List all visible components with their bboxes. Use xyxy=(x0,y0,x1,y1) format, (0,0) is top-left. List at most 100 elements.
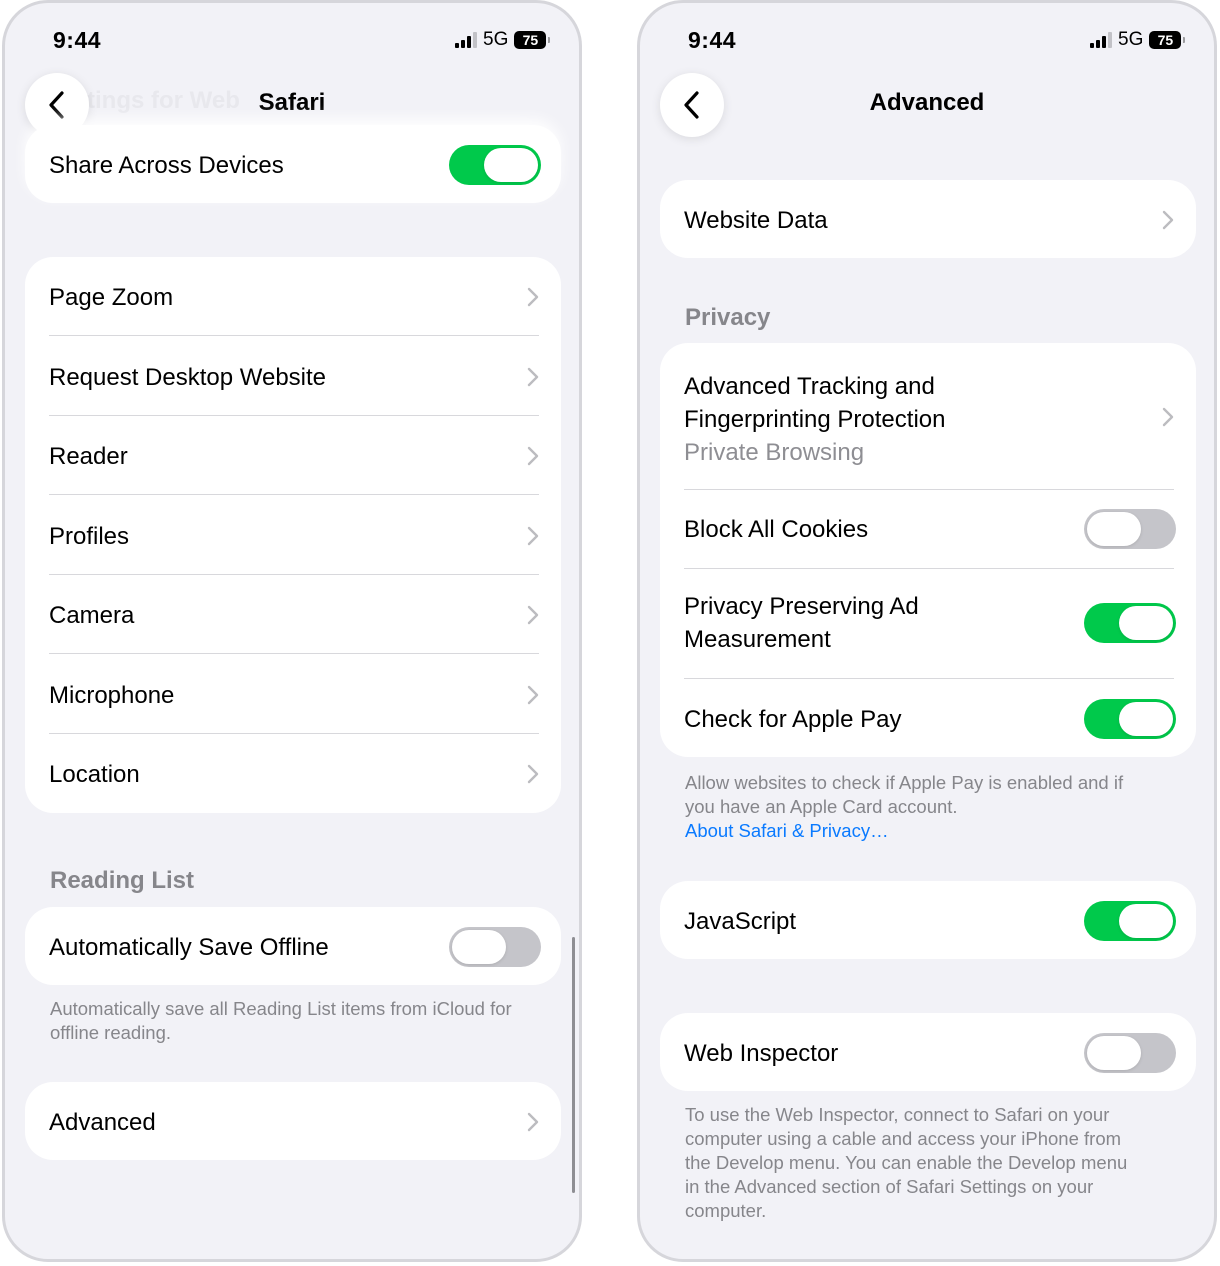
ad-measurement-label-line1: Privacy Preserving Ad xyxy=(684,593,919,620)
chevron-right-icon xyxy=(527,685,539,705)
next-section-card xyxy=(660,1259,1196,1262)
advanced-card: Advanced xyxy=(25,1082,561,1160)
check-apple-pay-toggle[interactable] xyxy=(1084,699,1176,739)
list-item-label: Request Desktop Website xyxy=(49,363,327,391)
nav-title: Advanced xyxy=(869,89,985,116)
network-type: 5G xyxy=(483,29,509,50)
tracking-protection-text: Advanced Tracking and Fingerprinting Pro… xyxy=(684,370,945,467)
auto-save-offline-label: Automatically Save Offline xyxy=(49,933,329,961)
toggle-knob xyxy=(484,148,538,182)
list-item-label: Microphone xyxy=(49,681,175,709)
ad-measurement-toggle[interactable] xyxy=(1084,603,1176,643)
list-item-label: Page Zoom xyxy=(49,283,174,311)
tracking-protection-label-line2: Fingerprinting Protection xyxy=(684,405,946,433)
chevron-right-icon xyxy=(527,367,539,387)
block-all-cookies-label: Block All Cookies xyxy=(684,515,869,543)
javascript-toggle[interactable] xyxy=(1084,901,1176,941)
chevron-right-icon xyxy=(527,1112,539,1132)
block-all-cookies-row: Block All Cookies xyxy=(684,509,1176,549)
divider xyxy=(684,489,1174,490)
list-item-profiles[interactable]: Profiles xyxy=(49,518,539,554)
web-inspector-footer-line: in the Advanced section of Safari Settin… xyxy=(685,1176,1094,1197)
block-all-cookies-toggle[interactable] xyxy=(1084,509,1176,549)
list-item-location[interactable]: Location xyxy=(49,756,539,792)
reading-list-card: Automatically Save Offline xyxy=(25,907,561,985)
divider xyxy=(49,494,539,495)
scrollbar[interactable] xyxy=(572,937,575,1193)
toggle-knob xyxy=(1119,606,1173,640)
list-item-label: Camera xyxy=(49,601,135,629)
chevron-right-icon xyxy=(527,446,539,466)
list-item-request-desktop-website[interactable]: Request Desktop Website xyxy=(49,359,539,395)
toggle-knob xyxy=(1119,702,1173,736)
list-item-microphone[interactable]: Microphone xyxy=(49,677,539,713)
cellular-signal-icon xyxy=(1090,32,1112,48)
phone-screen-advanced-settings: 9:44 5G 75 Advanced Website Data Privacy… xyxy=(637,0,1217,1262)
nav-title: Safari xyxy=(258,89,326,116)
toggle-knob xyxy=(452,930,506,964)
list-item-camera[interactable]: Camera xyxy=(49,597,539,633)
toggle-knob xyxy=(1119,904,1173,938)
advanced-label: Advanced xyxy=(49,1108,156,1136)
share-across-devices-toggle[interactable] xyxy=(449,145,541,185)
ad-measurement-row: Privacy Preserving Ad Measurement xyxy=(684,590,1176,656)
check-apple-pay-label: Check for Apple Pay xyxy=(684,705,902,733)
status-indicators: 5G 75 xyxy=(1090,29,1186,51)
share-across-devices-label: Share Across Devices xyxy=(49,151,284,179)
divider xyxy=(49,335,539,336)
chevron-right-icon xyxy=(1162,407,1174,427)
toggle-knob xyxy=(1087,1036,1141,1070)
back-button[interactable] xyxy=(660,73,724,137)
battery-icon: 75 xyxy=(514,31,551,49)
javascript-card: JavaScript xyxy=(660,881,1196,959)
web-inspector-footer: To use the Web Inspector, connect to Saf… xyxy=(685,1103,1185,1223)
website-settings-card: Page Zoom Request Desktop Website Reader… xyxy=(25,257,561,813)
privacy-footer-line2: you have an Apple Card account. xyxy=(685,796,958,817)
web-inspector-toggle[interactable] xyxy=(1084,1033,1176,1073)
chevron-right-icon xyxy=(527,764,539,784)
reading-list-footer: Automatically save all Reading List item… xyxy=(50,998,512,1043)
divider xyxy=(49,415,539,416)
web-inspector-footer-line: computer. xyxy=(685,1200,767,1221)
chevron-right-icon xyxy=(527,526,539,546)
toggle-knob xyxy=(1087,512,1141,546)
share-across-devices-card: Share Across Devices xyxy=(25,125,561,203)
chevron-left-icon xyxy=(684,91,699,119)
status-indicators: 5G 75 xyxy=(455,29,551,51)
ad-measurement-label-line2: Measurement xyxy=(684,626,831,653)
privacy-header: Privacy xyxy=(685,304,771,331)
web-inspector-row: Web Inspector xyxy=(684,1033,1176,1073)
auto-save-offline-toggle[interactable] xyxy=(449,927,541,967)
web-inspector-footer-line: To use the Web Inspector, connect to Saf… xyxy=(685,1104,1110,1125)
list-item-label: Reader xyxy=(49,442,128,470)
cellular-signal-icon xyxy=(455,32,477,48)
network-type: 5G xyxy=(1118,29,1144,50)
website-data-row[interactable]: Website Data xyxy=(684,202,1174,238)
list-item-reader[interactable]: Reader xyxy=(49,438,539,474)
list-item-label: Location xyxy=(49,760,140,788)
privacy-card: Advanced Tracking and Fingerprinting Pro… xyxy=(660,343,1196,757)
status-time: 9:44 xyxy=(53,27,102,53)
chevron-right-icon xyxy=(1162,210,1174,230)
about-safari-privacy-link[interactable]: About Safari & Privacy… xyxy=(685,819,1185,843)
web-inspector-footer-line: computer using a cable and access your i… xyxy=(685,1128,1122,1149)
list-item-page-zoom[interactable]: Page Zoom xyxy=(49,279,539,315)
website-data-card: Website Data xyxy=(660,180,1196,258)
chevron-right-icon xyxy=(527,605,539,625)
javascript-label: JavaScript xyxy=(684,907,797,935)
auto-save-offline-row: Automatically Save Offline xyxy=(49,927,541,967)
divider xyxy=(684,678,1174,679)
tracking-protection-row[interactable]: Advanced Tracking and Fingerprinting Pro… xyxy=(684,363,1174,473)
divider xyxy=(49,653,539,654)
phone-screen-safari-settings: 9:44 5G 75 ttings for Web Safari Share A… xyxy=(2,0,582,1262)
web-inspector-footer-line: the Develop menu. You can enable the Dev… xyxy=(685,1152,1128,1173)
battery-level: 75 xyxy=(1157,32,1174,48)
chevron-right-icon xyxy=(527,287,539,307)
advanced-row[interactable]: Advanced xyxy=(49,1104,539,1140)
tracking-protection-label-line1: Advanced Tracking and xyxy=(684,372,935,400)
ad-measurement-text: Privacy Preserving Ad Measurement xyxy=(684,590,919,656)
check-apple-pay-row: Check for Apple Pay xyxy=(684,699,1176,739)
list-item-label: Profiles xyxy=(49,522,130,550)
web-inspector-card: Web Inspector xyxy=(660,1013,1196,1091)
web-inspector-label: Web Inspector xyxy=(684,1039,839,1067)
